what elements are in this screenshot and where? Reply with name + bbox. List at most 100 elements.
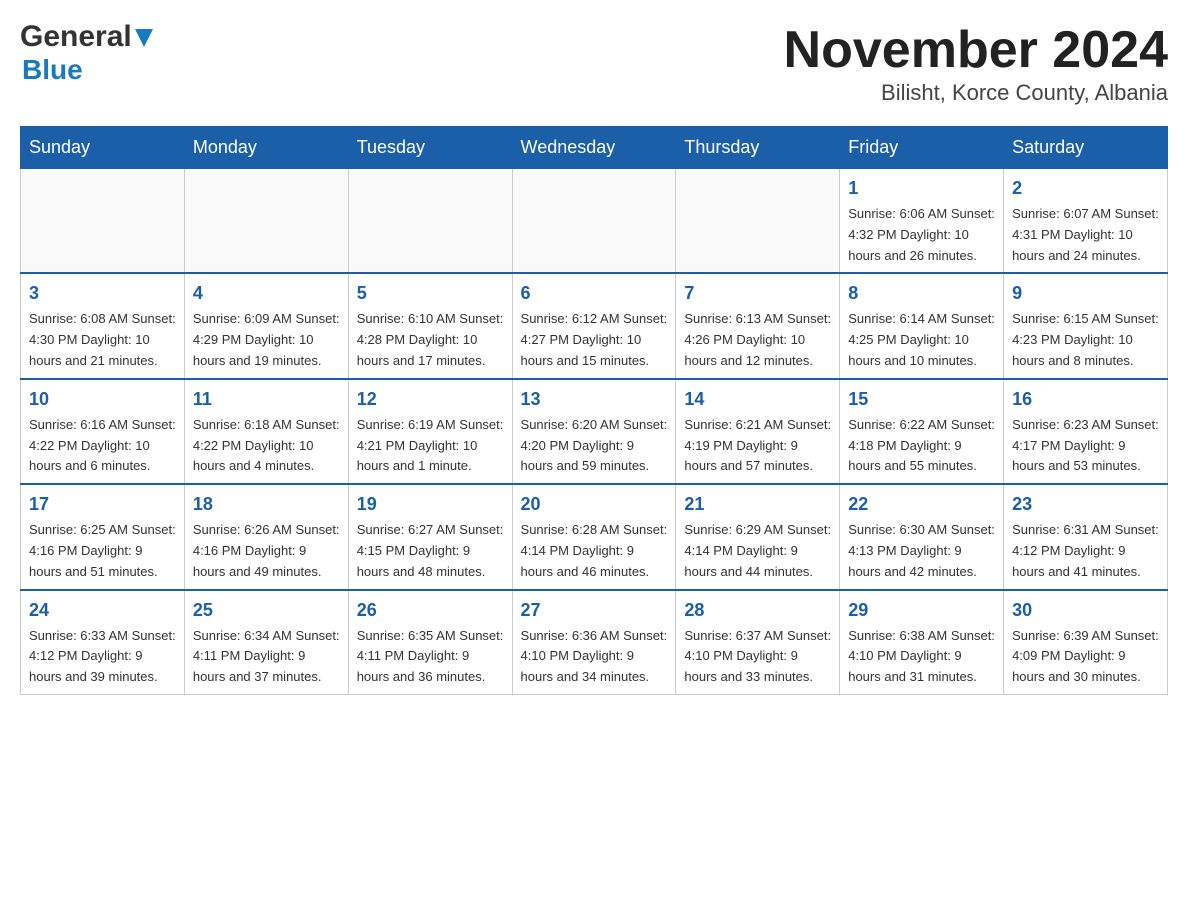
- table-row: [348, 169, 512, 274]
- day-number: 2: [1012, 175, 1159, 202]
- day-number: 24: [29, 597, 176, 624]
- day-number: 1: [848, 175, 995, 202]
- day-info: Sunrise: 6:20 AM Sunset: 4:20 PM Dayligh…: [521, 415, 668, 477]
- day-info: Sunrise: 6:26 AM Sunset: 4:16 PM Dayligh…: [193, 520, 340, 582]
- table-row: 1Sunrise: 6:06 AM Sunset: 4:32 PM Daylig…: [840, 169, 1004, 274]
- col-wednesday: Wednesday: [512, 127, 676, 169]
- logo-blue-sub: Blue: [22, 54, 83, 86]
- day-info: Sunrise: 6:10 AM Sunset: 4:28 PM Dayligh…: [357, 309, 504, 371]
- logo-general-text: General: [20, 20, 132, 54]
- day-info: Sunrise: 6:39 AM Sunset: 4:09 PM Dayligh…: [1012, 626, 1159, 688]
- day-info: Sunrise: 6:23 AM Sunset: 4:17 PM Dayligh…: [1012, 415, 1159, 477]
- day-number: 23: [1012, 491, 1159, 518]
- day-number: 20: [521, 491, 668, 518]
- day-number: 15: [848, 386, 995, 413]
- table-row: [512, 169, 676, 274]
- table-row: 26Sunrise: 6:35 AM Sunset: 4:11 PM Dayli…: [348, 590, 512, 695]
- day-info: Sunrise: 6:30 AM Sunset: 4:13 PM Dayligh…: [848, 520, 995, 582]
- day-number: 3: [29, 280, 176, 307]
- day-info: Sunrise: 6:33 AM Sunset: 4:12 PM Dayligh…: [29, 626, 176, 688]
- col-monday: Monday: [184, 127, 348, 169]
- location: Bilisht, Korce County, Albania: [784, 80, 1168, 106]
- day-number: 26: [357, 597, 504, 624]
- calendar-week-row: 24Sunrise: 6:33 AM Sunset: 4:12 PM Dayli…: [21, 590, 1168, 695]
- day-info: Sunrise: 6:09 AM Sunset: 4:29 PM Dayligh…: [193, 309, 340, 371]
- day-number: 16: [1012, 386, 1159, 413]
- table-row: 3Sunrise: 6:08 AM Sunset: 4:30 PM Daylig…: [21, 273, 185, 378]
- table-row: 11Sunrise: 6:18 AM Sunset: 4:22 PM Dayli…: [184, 379, 348, 484]
- table-row: [184, 169, 348, 274]
- day-info: Sunrise: 6:12 AM Sunset: 4:27 PM Dayligh…: [521, 309, 668, 371]
- calendar-week-row: 3Sunrise: 6:08 AM Sunset: 4:30 PM Daylig…: [21, 273, 1168, 378]
- table-row: 2Sunrise: 6:07 AM Sunset: 4:31 PM Daylig…: [1004, 169, 1168, 274]
- day-number: 29: [848, 597, 995, 624]
- day-number: 27: [521, 597, 668, 624]
- logo-text: General: [20, 20, 153, 54]
- day-info: Sunrise: 6:38 AM Sunset: 4:10 PM Dayligh…: [848, 626, 995, 688]
- day-info: Sunrise: 6:13 AM Sunset: 4:26 PM Dayligh…: [684, 309, 831, 371]
- day-number: 25: [193, 597, 340, 624]
- month-title: November 2024: [784, 20, 1168, 80]
- table-row: 12Sunrise: 6:19 AM Sunset: 4:21 PM Dayli…: [348, 379, 512, 484]
- day-info: Sunrise: 6:16 AM Sunset: 4:22 PM Dayligh…: [29, 415, 176, 477]
- calendar-table: Sunday Monday Tuesday Wednesday Thursday…: [20, 126, 1168, 695]
- table-row: 4Sunrise: 6:09 AM Sunset: 4:29 PM Daylig…: [184, 273, 348, 378]
- table-row: 7Sunrise: 6:13 AM Sunset: 4:26 PM Daylig…: [676, 273, 840, 378]
- day-info: Sunrise: 6:37 AM Sunset: 4:10 PM Dayligh…: [684, 626, 831, 688]
- table-row: 10Sunrise: 6:16 AM Sunset: 4:22 PM Dayli…: [21, 379, 185, 484]
- day-info: Sunrise: 6:19 AM Sunset: 4:21 PM Dayligh…: [357, 415, 504, 477]
- day-info: Sunrise: 6:25 AM Sunset: 4:16 PM Dayligh…: [29, 520, 176, 582]
- day-number: 9: [1012, 280, 1159, 307]
- table-row: 9Sunrise: 6:15 AM Sunset: 4:23 PM Daylig…: [1004, 273, 1168, 378]
- table-row: 27Sunrise: 6:36 AM Sunset: 4:10 PM Dayli…: [512, 590, 676, 695]
- table-row: 21Sunrise: 6:29 AM Sunset: 4:14 PM Dayli…: [676, 484, 840, 589]
- day-number: 10: [29, 386, 176, 413]
- col-friday: Friday: [840, 127, 1004, 169]
- table-row: 19Sunrise: 6:27 AM Sunset: 4:15 PM Dayli…: [348, 484, 512, 589]
- table-row: 17Sunrise: 6:25 AM Sunset: 4:16 PM Dayli…: [21, 484, 185, 589]
- col-saturday: Saturday: [1004, 127, 1168, 169]
- day-number: 13: [521, 386, 668, 413]
- table-row: 13Sunrise: 6:20 AM Sunset: 4:20 PM Dayli…: [512, 379, 676, 484]
- table-row: 28Sunrise: 6:37 AM Sunset: 4:10 PM Dayli…: [676, 590, 840, 695]
- day-info: Sunrise: 6:31 AM Sunset: 4:12 PM Dayligh…: [1012, 520, 1159, 582]
- table-row: 14Sunrise: 6:21 AM Sunset: 4:19 PM Dayli…: [676, 379, 840, 484]
- day-info: Sunrise: 6:22 AM Sunset: 4:18 PM Dayligh…: [848, 415, 995, 477]
- table-row: 30Sunrise: 6:39 AM Sunset: 4:09 PM Dayli…: [1004, 590, 1168, 695]
- table-row: 16Sunrise: 6:23 AM Sunset: 4:17 PM Dayli…: [1004, 379, 1168, 484]
- col-sunday: Sunday: [21, 127, 185, 169]
- day-info: Sunrise: 6:34 AM Sunset: 4:11 PM Dayligh…: [193, 626, 340, 688]
- table-row: 24Sunrise: 6:33 AM Sunset: 4:12 PM Dayli…: [21, 590, 185, 695]
- table-row: 20Sunrise: 6:28 AM Sunset: 4:14 PM Dayli…: [512, 484, 676, 589]
- day-number: 14: [684, 386, 831, 413]
- table-row: 29Sunrise: 6:38 AM Sunset: 4:10 PM Dayli…: [840, 590, 1004, 695]
- day-number: 22: [848, 491, 995, 518]
- day-info: Sunrise: 6:36 AM Sunset: 4:10 PM Dayligh…: [521, 626, 668, 688]
- col-tuesday: Tuesday: [348, 127, 512, 169]
- logo: General Blue: [20, 20, 153, 86]
- day-info: Sunrise: 6:35 AM Sunset: 4:11 PM Dayligh…: [357, 626, 504, 688]
- day-info: Sunrise: 6:18 AM Sunset: 4:22 PM Dayligh…: [193, 415, 340, 477]
- table-row: 18Sunrise: 6:26 AM Sunset: 4:16 PM Dayli…: [184, 484, 348, 589]
- day-number: 5: [357, 280, 504, 307]
- calendar-header-row: Sunday Monday Tuesday Wednesday Thursday…: [21, 127, 1168, 169]
- day-number: 18: [193, 491, 340, 518]
- day-number: 4: [193, 280, 340, 307]
- col-thursday: Thursday: [676, 127, 840, 169]
- table-row: 25Sunrise: 6:34 AM Sunset: 4:11 PM Dayli…: [184, 590, 348, 695]
- day-info: Sunrise: 6:08 AM Sunset: 4:30 PM Dayligh…: [29, 309, 176, 371]
- day-number: 21: [684, 491, 831, 518]
- day-number: 30: [1012, 597, 1159, 624]
- table-row: [21, 169, 185, 274]
- day-number: 6: [521, 280, 668, 307]
- day-info: Sunrise: 6:27 AM Sunset: 4:15 PM Dayligh…: [357, 520, 504, 582]
- calendar-week-row: 17Sunrise: 6:25 AM Sunset: 4:16 PM Dayli…: [21, 484, 1168, 589]
- calendar-week-row: 10Sunrise: 6:16 AM Sunset: 4:22 PM Dayli…: [21, 379, 1168, 484]
- table-row: 6Sunrise: 6:12 AM Sunset: 4:27 PM Daylig…: [512, 273, 676, 378]
- day-info: Sunrise: 6:07 AM Sunset: 4:31 PM Dayligh…: [1012, 204, 1159, 266]
- page-header: General Blue November 2024 Bilisht, Korc…: [20, 20, 1168, 106]
- day-info: Sunrise: 6:14 AM Sunset: 4:25 PM Dayligh…: [848, 309, 995, 371]
- day-number: 28: [684, 597, 831, 624]
- table-row: 8Sunrise: 6:14 AM Sunset: 4:25 PM Daylig…: [840, 273, 1004, 378]
- day-info: Sunrise: 6:28 AM Sunset: 4:14 PM Dayligh…: [521, 520, 668, 582]
